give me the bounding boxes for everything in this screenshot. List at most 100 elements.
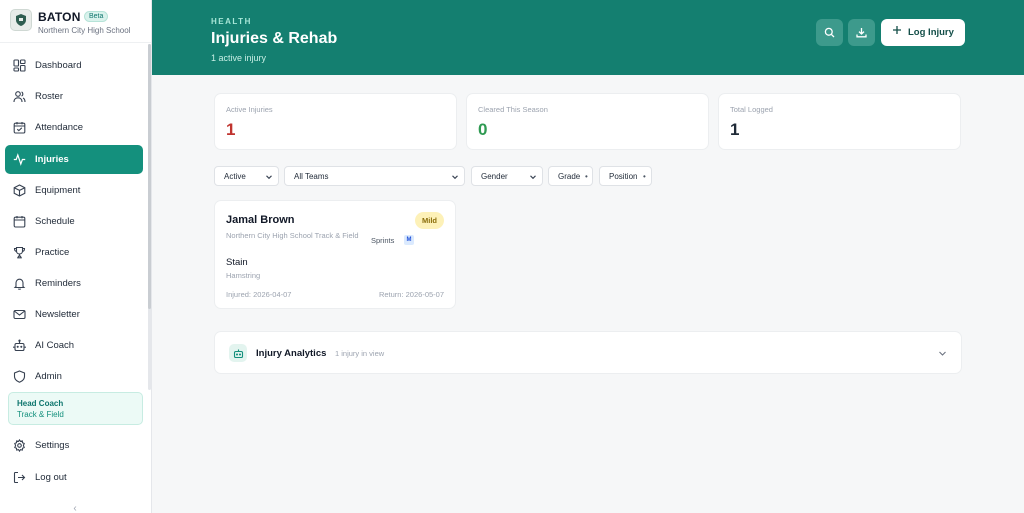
sidebar-item-label: Newsletter <box>35 309 80 320</box>
sidebar: BATON Beta Northern City High School Das… <box>0 0 152 513</box>
log-injury-button[interactable]: Log Injury <box>881 19 965 46</box>
dropdown-dot-icon: • <box>585 172 588 181</box>
stat-label: Cleared This Season <box>478 105 548 114</box>
school-logo-icon <box>10 9 32 31</box>
box-icon <box>13 184 26 197</box>
role-sport: Track & Field <box>17 410 64 419</box>
team-filter-value: All Teams <box>294 172 329 181</box>
injury-card[interactable]: Jamal Brown Northern City High School Tr… <box>214 200 456 309</box>
sidebar-item-label: Admin <box>35 371 62 382</box>
sidebar-item-dashboard[interactable]: Dashboard <box>5 51 143 80</box>
gender-filter-select[interactable]: Gender <box>471 166 543 186</box>
bot-icon <box>229 344 247 362</box>
calendar-icon <box>13 215 26 228</box>
sidebar-item-admin[interactable]: Admin <box>5 362 143 391</box>
sidebar-item-attendance[interactable]: Attendance <box>5 113 143 142</box>
collapse-sidebar-chevron-icon[interactable]: ‹ <box>68 503 82 513</box>
sidebar-item-label: AI Coach <box>35 340 75 351</box>
grade-filter-label: Grade <box>558 172 581 181</box>
chevron-down-icon[interactable] <box>938 349 947 358</box>
position-filter-button[interactable]: Position • <box>599 166 652 186</box>
athlete-team: Northern City High School Track & Field <box>226 231 359 240</box>
sidebar-item-roster[interactable]: Roster <box>5 82 143 111</box>
role-title: Head Coach <box>17 399 64 408</box>
stat-card-active-injuries: Active Injuries 1 <box>214 93 457 150</box>
logout-button[interactable]: Log out <box>5 463 143 492</box>
bot-icon <box>13 339 26 352</box>
sidebar-item-settings[interactable]: Settings <box>5 431 143 460</box>
log-injury-label: Log Injury <box>908 27 954 38</box>
stat-card-total-logged: Total Logged 1 <box>718 93 961 150</box>
sidebar-item-label: Reminders <box>35 278 81 289</box>
beta-badge: Beta <box>84 11 109 22</box>
dropdown-dot-icon: • <box>643 172 646 181</box>
stat-value: 0 <box>478 120 488 139</box>
calendar-check-icon <box>13 121 26 134</box>
school-name: Northern City High School <box>38 26 131 35</box>
sidebar-scrollbar-thumb[interactable] <box>148 44 151 309</box>
body-part: Hamstring <box>226 271 261 280</box>
sidebar-item-newsletter[interactable]: Newsletter <box>5 300 143 329</box>
section-eyebrow: HEALTH <box>211 17 252 26</box>
search-button[interactable] <box>816 19 843 46</box>
users-icon <box>13 90 26 103</box>
chevron-down-icon <box>530 175 536 180</box>
sidebar-item-injuries[interactable]: Injuries <box>5 145 143 174</box>
mail-icon <box>13 308 26 321</box>
team-filter-select[interactable]: All Teams <box>284 166 465 186</box>
activity-icon <box>13 153 26 166</box>
severity-badge: Mild <box>415 212 444 229</box>
sidebar-item-label: Roster <box>35 91 63 102</box>
gender-filter-value: Gender <box>481 172 508 181</box>
sidebar-item-label: Dashboard <box>35 60 82 71</box>
trophy-icon <box>13 246 26 259</box>
divider <box>0 42 151 43</box>
status-filter-value: Active <box>224 172 246 181</box>
sidebar-item-label: Injuries <box>35 154 69 165</box>
search-icon <box>824 27 835 38</box>
injury-analytics-accordion[interactable]: Injury Analytics 1 injury in view <box>214 331 962 374</box>
sidebar-item-schedule[interactable]: Schedule <box>5 207 143 236</box>
sidebar-item-label: Practice <box>35 247 70 258</box>
sidebar-item-label: Schedule <box>35 216 75 227</box>
gear-icon <box>13 439 26 452</box>
download-button[interactable] <box>848 19 875 46</box>
stat-value: 1 <box>226 120 236 139</box>
page-header: HEALTH Injuries & Rehab 1 active injury … <box>152 0 1024 75</box>
injured-date: Injured: 2026-04-07 <box>226 290 292 299</box>
sidebar-item-equipment[interactable]: Equipment <box>5 176 143 205</box>
event-group: Sprints <box>371 236 395 245</box>
brand[interactable]: BATON Beta Northern City High School <box>10 9 150 39</box>
position-filter-label: Position <box>609 172 638 181</box>
chevron-down-icon <box>452 175 458 180</box>
analytics-count: 1 injury in view <box>335 349 385 358</box>
dashboard-icon <box>13 59 26 72</box>
stat-label: Total Logged <box>730 105 773 114</box>
sidebar-item-label: Attendance <box>35 122 84 133</box>
sidebar-item-label: Equipment <box>35 185 81 196</box>
sidebar-item-practice[interactable]: Practice <box>5 238 143 267</box>
settings-label: Settings <box>35 440 70 451</box>
gender-badge: M <box>404 235 414 245</box>
analytics-title: Injury Analytics <box>256 348 327 359</box>
page-title: Injuries & Rehab <box>211 30 338 47</box>
brand-name: BATON <box>38 10 81 24</box>
athlete-name: Jamal Brown <box>226 214 295 226</box>
page-subtitle: 1 active injury <box>211 53 267 63</box>
stat-value: 1 <box>730 120 740 139</box>
role-card: Head Coach Track & Field <box>8 392 143 425</box>
status-filter-select[interactable]: Active <box>214 166 279 186</box>
sidebar-item-reminders[interactable]: Reminders <box>5 269 143 298</box>
stat-label: Active Injuries <box>226 105 273 114</box>
chevron-down-icon <box>266 175 272 180</box>
grade-filter-button[interactable]: Grade • <box>548 166 593 186</box>
plus-icon <box>893 26 901 34</box>
logout-icon <box>13 471 26 484</box>
injury-type: Stain <box>226 257 248 268</box>
sidebar-item-ai-coach[interactable]: AI Coach <box>5 331 143 360</box>
bell-icon <box>13 277 26 290</box>
download-icon <box>856 28 867 38</box>
shield-icon <box>13 370 26 383</box>
stat-card-cleared: Cleared This Season 0 <box>466 93 709 150</box>
logout-label: Log out <box>35 472 67 483</box>
